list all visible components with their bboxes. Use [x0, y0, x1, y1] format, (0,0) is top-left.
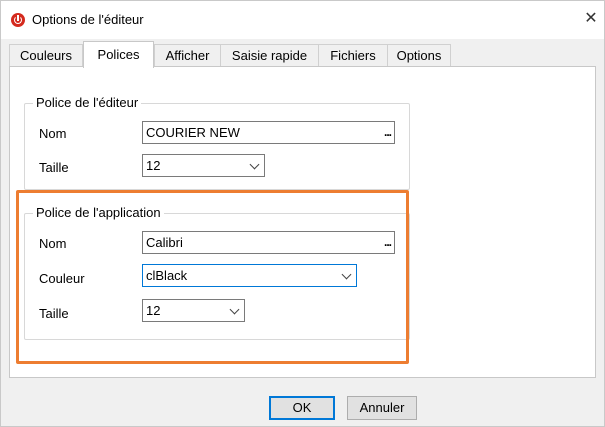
editor-font-size-label: Taille	[39, 160, 69, 175]
editor-font-group: Police de l'éditeur Nom COURIER NEW ... …	[24, 95, 410, 190]
tab-couleurs[interactable]: Couleurs	[9, 44, 83, 67]
tab-afficher[interactable]: Afficher	[154, 44, 221, 67]
editor-font-name-label: Nom	[39, 126, 67, 141]
ok-button[interactable]: OK	[269, 396, 335, 420]
tab-polices[interactable]: Polices	[83, 41, 154, 68]
editor-font-size-select[interactable]: 12	[142, 154, 265, 177]
title-bar: Options de l'éditeur ✕	[1, 1, 604, 39]
tab-saisie-rapide[interactable]: Saisie rapide	[220, 44, 319, 67]
editor-font-size-value: 12	[146, 158, 161, 173]
options-dialog: Options de l'éditeur ✕ Couleurs Polices …	[0, 0, 605, 427]
close-icon[interactable]: ✕	[581, 8, 601, 30]
window-title: Options de l'éditeur	[32, 12, 144, 27]
tab-options[interactable]: Options	[387, 44, 451, 67]
editor-font-name-value: COURIER NEW	[146, 125, 240, 140]
chevron-down-icon	[249, 159, 260, 170]
tab-fichiers[interactable]: Fichiers	[318, 44, 388, 67]
tab-strip: Couleurs Polices Afficher Saisie rapide …	[9, 41, 594, 68]
editor-font-browse-button[interactable]: ...	[384, 125, 392, 139]
power-icon	[11, 13, 25, 27]
editor-font-legend: Police de l'éditeur	[33, 95, 142, 110]
editor-font-name-field[interactable]: COURIER NEW ...	[142, 121, 395, 144]
highlight-frame	[16, 190, 409, 364]
cancel-button[interactable]: Annuler	[347, 396, 417, 420]
